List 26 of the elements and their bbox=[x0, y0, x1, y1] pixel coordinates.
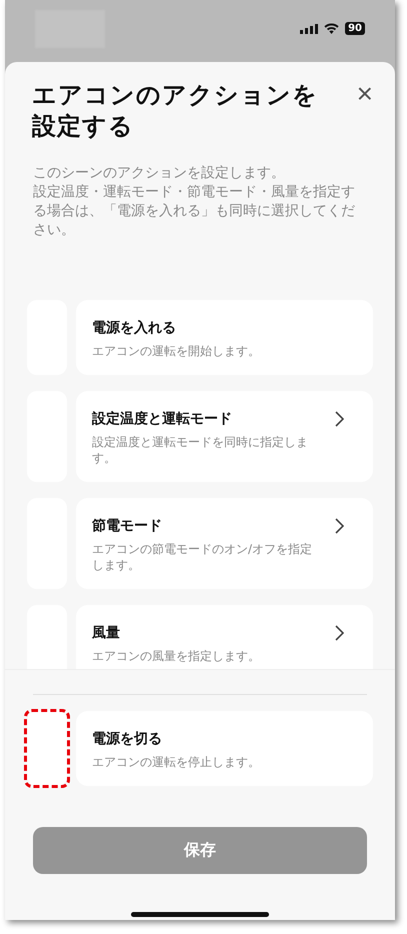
wifi-icon bbox=[324, 23, 340, 34]
action-card[interactable]: 風量 エアコンの風量を指定します。 bbox=[76, 605, 373, 669]
action-title: 節電モード bbox=[92, 517, 163, 535]
action-title: 電源を入れる bbox=[92, 319, 177, 337]
action-card[interactable]: 設定温度と運転モード 設定温度と運転モードを同時に指定します。 bbox=[76, 391, 373, 482]
action-title: 風量 bbox=[92, 624, 121, 642]
description-text: このシーンのアクションを設定します。 bbox=[33, 164, 286, 183]
chevron-icon bbox=[334, 518, 344, 534]
action-description: エアコンの運転を停止します。 bbox=[92, 754, 261, 770]
chevron-icon bbox=[334, 625, 344, 641]
action-title: 電源を切る bbox=[92, 730, 163, 748]
action-card[interactable]: 電源を入れる エアコンの運転を開始します。 bbox=[76, 300, 373, 375]
close-button[interactable]: × bbox=[356, 80, 373, 108]
chevron-icon bbox=[334, 411, 344, 427]
battery-level: 90 bbox=[345, 22, 365, 35]
signal-icon bbox=[300, 24, 318, 34]
highlight-box[interactable] bbox=[27, 711, 67, 786]
action-card[interactable]: 節電モード エアコンの節電モードのオン/オフを指定します。 bbox=[76, 498, 373, 589]
action-title: 設定温度と運転モード bbox=[92, 410, 233, 428]
action-description: 設定温度と運転モードを同時に指定します。 bbox=[92, 434, 309, 466]
description-text: 設定温度・運転モード・節電モード・風量を指定する場合は、「電源を入れる」も同時に選択してください。 bbox=[33, 183, 356, 240]
action-card[interactable]: 電源を切る エアコンの運転を停止します。 bbox=[76, 711, 373, 786]
action-description: エアコンの風量を指定します。 bbox=[92, 648, 261, 664]
sheet-title: エアコンのアクションを設定する bbox=[32, 80, 319, 142]
action-description: エアコンの運転を開始します。 bbox=[92, 343, 261, 359]
action-description: エアコンの節電モードのオン/オフを指定します。 bbox=[92, 541, 314, 573]
